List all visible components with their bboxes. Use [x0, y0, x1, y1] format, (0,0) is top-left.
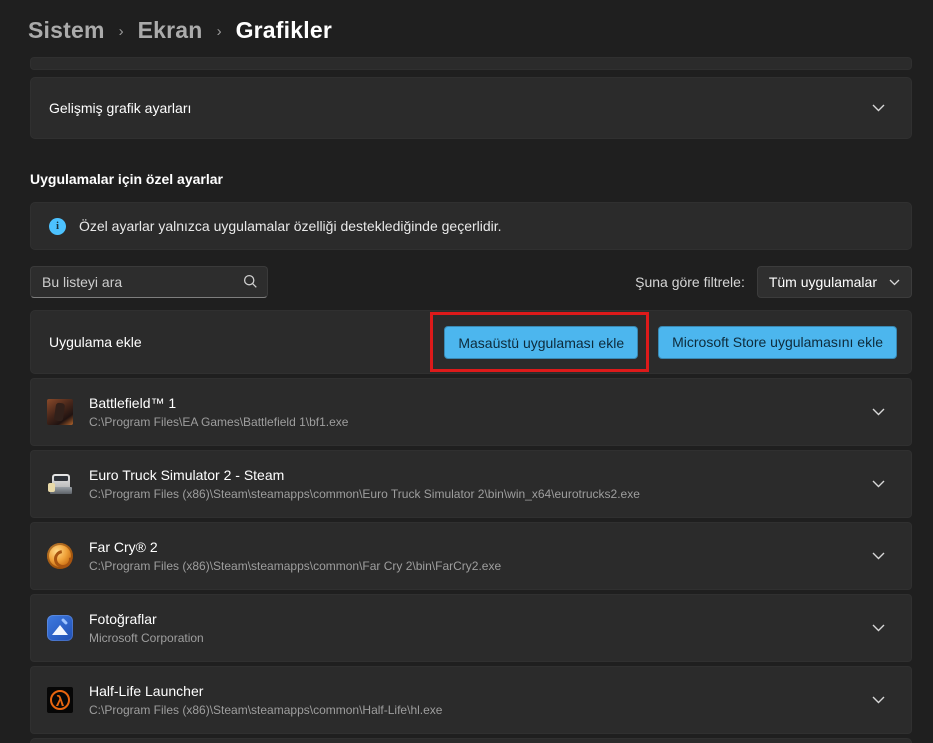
advanced-graphics-settings-expander[interactable]: Gelişmiş grafik ayarları: [30, 77, 912, 139]
add-app-actions: Masaüstü uygulaması ekle Microsoft Store…: [430, 312, 897, 372]
search-input[interactable]: [30, 266, 268, 298]
chevron-down-icon[interactable]: [872, 104, 885, 112]
chevron-down-icon[interactable]: [872, 696, 885, 704]
app-name: Fotoğraflar: [89, 611, 157, 627]
add-app-row: Uygulama ekle Masaüstü uygulaması ekle M…: [30, 310, 912, 374]
add-app-label: Uygulama ekle: [49, 334, 142, 350]
breadcrumb-separator-icon: ›: [216, 22, 222, 40]
chevron-down-icon[interactable]: [872, 624, 885, 632]
app-row-far-cry-2[interactable]: Far Cry® 2 C:\Program Files (x86)\Steam\…: [30, 522, 912, 590]
info-icon: i: [49, 217, 66, 235]
partial-card-above: [30, 57, 912, 70]
app-row-photos[interactable]: Fotoğraflar Microsoft Corporation: [30, 594, 912, 662]
add-desktop-app-button[interactable]: Masaüstü uygulaması ekle: [444, 326, 639, 359]
app-path: C:\Program Files\EA Games\Battlefield 1\…: [89, 415, 349, 429]
filter-label: Şuna göre filtrele:: [635, 274, 745, 290]
info-text: Özel ayarlar yalnızca uygulamalar özelli…: [79, 218, 502, 234]
search-icon[interactable]: [243, 274, 258, 289]
app-name: Battlefield™ 1: [89, 395, 177, 411]
breadcrumb: Sistem › Ekran › Grafikler: [0, 0, 933, 47]
app-path: C:\Program Files (x86)\Steam\steamapps\c…: [89, 559, 502, 573]
app-publisher: Microsoft Corporation: [89, 631, 204, 645]
section-title: Uygulamalar için özel ayarlar: [30, 171, 223, 187]
app-name: Half-Life Launcher: [89, 683, 204, 699]
breadcrumb-separator-icon: ›: [118, 22, 124, 40]
breadcrumb-item-ekran[interactable]: Ekran: [138, 17, 203, 44]
app-path: C:\Program Files (x86)\Steam\steamapps\c…: [89, 487, 640, 501]
app-list: Battlefield™ 1 C:\Program Files\EA Games…: [30, 378, 912, 743]
search-box[interactable]: [30, 266, 268, 298]
photos-icon: [47, 615, 73, 641]
search-filter-toolbar: Şuna göre filtrele: Tüm uygulamalar: [30, 259, 912, 305]
filter-group: Şuna göre filtrele: Tüm uygulamalar: [635, 266, 912, 298]
euro-truck-simulator-2-icon: [47, 471, 73, 497]
half-life-icon: λ: [47, 687, 73, 713]
battlefield-1-icon: [47, 399, 73, 425]
far-cry-2-icon: [47, 543, 73, 569]
chevron-down-icon: [889, 279, 900, 285]
breadcrumb-item-sistem[interactable]: Sistem: [28, 17, 105, 44]
app-path: C:\Program Files (x86)\Steam\steamapps\c…: [89, 703, 443, 717]
chevron-down-icon[interactable]: [872, 408, 885, 416]
page-title: Grafikler: [235, 16, 332, 43]
chevron-down-icon[interactable]: [872, 552, 885, 560]
advanced-graphics-label: Gelişmiş grafik ayarları: [49, 100, 192, 116]
app-name: Far Cry® 2: [89, 539, 158, 555]
app-name: Euro Truck Simulator 2 - Steam: [89, 467, 285, 483]
red-annotation-rectangle: Masaüstü uygulaması ekle: [430, 312, 650, 372]
app-row-battlefield-1[interactable]: Battlefield™ 1 C:\Program Files\EA Games…: [30, 378, 912, 446]
add-store-app-button[interactable]: Microsoft Store uygulamasını ekle: [658, 325, 897, 359]
filter-dropdown-value: Tüm uygulamalar: [768, 274, 877, 290]
app-row-euro-truck-simulator-2[interactable]: Euro Truck Simulator 2 - Steam C:\Progra…: [30, 450, 912, 518]
app-row-half-life[interactable]: λ Half-Life Launcher C:\Program Files (x…: [30, 666, 912, 734]
partial-card-below: [30, 738, 912, 743]
info-bar: i Özel ayarlar yalnızca uygulamalar özel…: [30, 202, 912, 250]
filter-dropdown[interactable]: Tüm uygulamalar: [756, 266, 912, 298]
chevron-down-icon[interactable]: [872, 480, 885, 488]
